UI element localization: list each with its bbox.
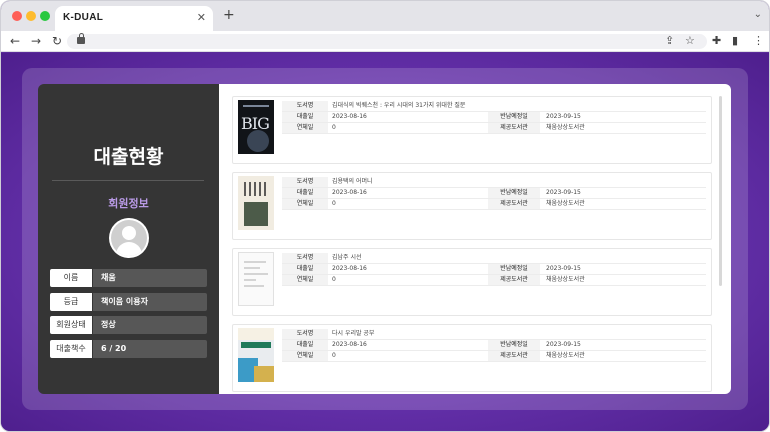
minimize-window-button[interactable] [26, 11, 36, 21]
sidebar-icon[interactable]: ▮ [732, 34, 738, 48]
page-viewport: 대출현황 회원정보 이름 채움 등급 책이음 이용자 회원상태 정상 대출책수 … [1, 53, 769, 431]
due-date: 2023-09-15 [546, 189, 581, 196]
bookmark-star-icon[interactable]: ☆ [685, 34, 695, 48]
loan-list[interactable]: BIG 도서명 김대식의 빅퀘스천 : 우리 시대의 31가지 위대한 질문 대… [219, 84, 731, 394]
content-frame: 대출현황 회원정보 이름 채움 등급 책이음 이용자 회원상태 정상 대출책수 … [22, 68, 748, 410]
field-label: 도서명 [282, 177, 328, 187]
book-title[interactable]: 김용택의 어머니 [332, 177, 373, 187]
info-row-grade: 등급 책이음 이용자 [50, 293, 207, 311]
field-label: 대출일 [282, 340, 328, 350]
close-window-button[interactable] [12, 11, 22, 21]
info-value: 채움 [93, 269, 207, 287]
loan-date: 2023-08-16 [332, 113, 367, 120]
library-name: 채움상상도서관 [546, 124, 585, 131]
book-cover-image[interactable] [238, 252, 274, 306]
book-cover-image[interactable] [238, 328, 274, 382]
loan-fields: 도서명 김남주 시선 대출일 2023-08-16 반납예정일 2023-09-… [282, 253, 706, 286]
info-row-status: 회원상태 정상 [50, 316, 207, 334]
more-menu-icon[interactable]: ⋮ [753, 34, 764, 48]
user-icon [111, 220, 147, 256]
loan-date: 2023-08-16 [332, 189, 367, 196]
info-value: 책이음 이용자 [93, 293, 207, 311]
field-label: 대출일 [282, 264, 328, 274]
due-date: 2023-09-15 [546, 265, 581, 272]
browser-toolbar: ← → ↻ ⇪ ☆ ✚ ▮ ⋮ [1, 31, 769, 52]
field-label: 연체일 [282, 275, 328, 285]
overdue-days: 0 [332, 276, 336, 283]
field-label: 연체일 [282, 351, 328, 361]
loan-fields: 도서명 김대식의 빅퀘스천 : 우리 시대의 31가지 위대한 질문 대출일 2… [282, 101, 706, 134]
field-label: 대출일 [282, 112, 328, 122]
chevron-down-icon[interactable]: ⌄ [754, 9, 762, 20]
field-label: 제공도서관 [488, 275, 540, 285]
field-label: 반납예정일 [488, 340, 540, 350]
field-label: 반납예정일 [488, 264, 540, 274]
field-label: 연체일 [282, 199, 328, 209]
field-label: 반납예정일 [488, 112, 540, 122]
loan-card[interactable]: BIG 도서명 김대식의 빅퀘스천 : 우리 시대의 31가지 위대한 질문 대… [232, 96, 712, 164]
loan-fields: 도서명 다시 우리말 공부 대출일 2023-08-16 반납예정일 2023-… [282, 329, 706, 362]
new-tab-button[interactable]: + [223, 8, 235, 22]
overdue-days: 0 [332, 200, 336, 207]
field-label: 도서명 [282, 253, 328, 263]
member-info-heading: 회원정보 [108, 197, 149, 210]
due-date: 2023-09-15 [546, 113, 581, 120]
tab-k-dual[interactable]: K-DUAL ✕ [55, 6, 213, 31]
loan-card[interactable]: 도서명 김용택의 어머니 대출일 2023-08-16 반납예정일 2023-0… [232, 172, 712, 240]
info-label: 회원상태 [50, 316, 92, 334]
extensions-icon[interactable]: ✚ [712, 34, 721, 48]
library-name: 채움상상도서관 [546, 276, 585, 283]
field-label: 대출일 [282, 188, 328, 198]
info-label: 이름 [50, 269, 92, 287]
loan-date: 2023-08-16 [332, 265, 367, 272]
info-value: 6 / 20 [93, 340, 207, 358]
back-arrow-icon[interactable]: ← [10, 33, 20, 49]
book-title[interactable]: 김대식의 빅퀘스천 : 우리 시대의 31가지 위대한 질문 [332, 101, 465, 111]
tab-title: K-DUAL [63, 12, 104, 23]
book-cover-image[interactable] [238, 176, 274, 230]
maximize-window-button[interactable] [40, 11, 50, 21]
address-bar[interactable] [67, 33, 707, 49]
library-name: 채움상상도서관 [546, 200, 585, 207]
info-row-name: 이름 채움 [50, 269, 207, 287]
field-label: 연체일 [282, 123, 328, 133]
library-name: 채움상상도서관 [546, 352, 585, 359]
loan-fields: 도서명 김용택의 어머니 대출일 2023-08-16 반납예정일 2023-0… [282, 177, 706, 210]
info-label: 대출책수 [50, 340, 92, 358]
field-label: 도서명 [282, 101, 328, 111]
due-date: 2023-09-15 [546, 341, 581, 348]
loan-card[interactable]: 도서명 김남주 시선 대출일 2023-08-16 반납예정일 2023-09-… [232, 248, 712, 316]
info-row-loan-count: 대출책수 6 / 20 [50, 340, 207, 358]
share-icon[interactable]: ⇪ [665, 34, 674, 48]
book-title[interactable]: 다시 우리말 공부 [332, 329, 374, 339]
scrollbar[interactable] [719, 96, 722, 286]
member-profile-panel: 대출현황 회원정보 이름 채움 등급 책이음 이용자 회원상태 정상 대출책수 … [38, 84, 219, 394]
book-cover-image[interactable]: BIG [238, 100, 274, 154]
book-title[interactable]: 김남주 시선 [332, 253, 362, 263]
browser-window: K-DUAL ✕ + ⌄ ← → ↻ ⇪ ☆ ✚ ▮ ⋮ 대출현황 회원정보 이… [0, 0, 770, 432]
avatar [109, 218, 149, 258]
loan-date: 2023-08-16 [332, 341, 367, 348]
reload-icon[interactable]: ↻ [52, 33, 62, 49]
field-label: 도서명 [282, 329, 328, 339]
field-label: 제공도서관 [488, 199, 540, 209]
field-label: 제공도서관 [488, 351, 540, 361]
overdue-days: 0 [332, 352, 336, 359]
loan-card[interactable]: 도서명 다시 우리말 공부 대출일 2023-08-16 반납예정일 2023-… [232, 324, 712, 392]
close-icon[interactable]: ✕ [197, 11, 206, 25]
page-title: 대출현황 [93, 146, 164, 168]
info-value: 정상 [93, 316, 207, 334]
divider [52, 180, 204, 181]
forward-arrow-icon[interactable]: → [31, 33, 41, 49]
overdue-days: 0 [332, 124, 336, 131]
info-label: 등급 [50, 293, 92, 311]
field-label: 제공도서관 [488, 123, 540, 133]
field-label: 반납예정일 [488, 188, 540, 198]
lock-icon [77, 33, 85, 44]
tab-strip: K-DUAL ✕ + ⌄ [1, 1, 769, 31]
